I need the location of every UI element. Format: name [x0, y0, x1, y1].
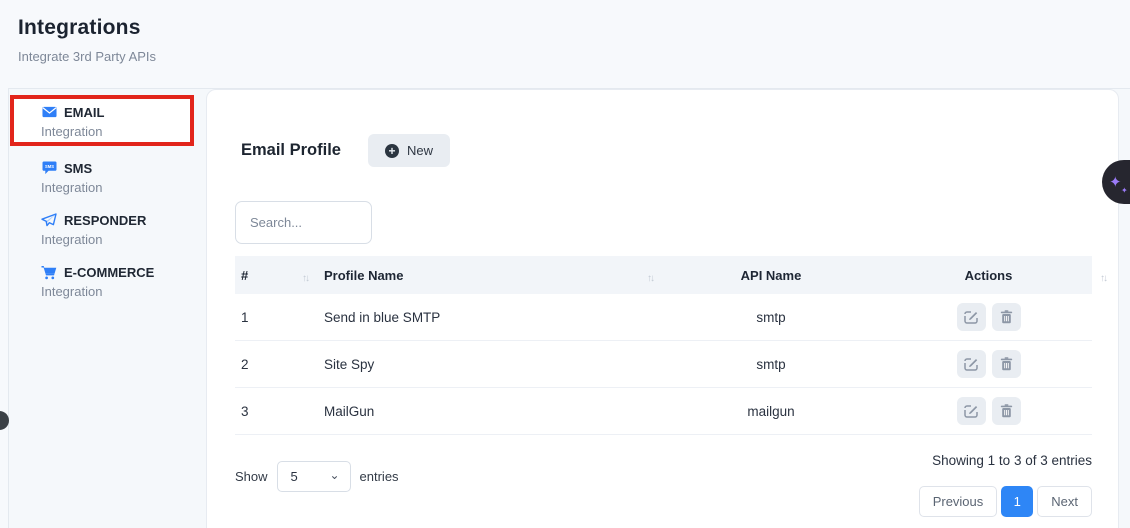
- cell-profile-name: Send in blue SMTP: [314, 310, 657, 325]
- new-button-label: New: [407, 143, 433, 158]
- delete-button[interactable]: [992, 350, 1021, 378]
- sidebar-item-responder[interactable]: RESPONDER Integration: [9, 212, 206, 247]
- cell-api-name: smtp: [657, 357, 885, 372]
- delete-button[interactable]: [992, 303, 1021, 331]
- sidebar-item-sms[interactable]: SMS SMS Integration: [9, 160, 206, 195]
- page-header: Integrations Integrate 3rd Party APIs: [0, 0, 1130, 64]
- edit-button[interactable]: [957, 350, 986, 378]
- delete-button[interactable]: [992, 397, 1021, 425]
- cell-api-name: smtp: [657, 310, 885, 325]
- sidebar-item-sublabel: Integration: [41, 232, 206, 247]
- sparkle-icon: ✦: [1121, 187, 1128, 195]
- edit-pencil-icon: [964, 404, 978, 418]
- new-button[interactable]: + New: [368, 134, 450, 167]
- sms-bubble-icon: SMS: [41, 160, 57, 176]
- page-size-value: 5: [291, 469, 298, 484]
- integration-nav: EMAIL Integration SMS SMS Integration: [9, 89, 206, 299]
- sidebar-item-sublabel: Integration: [41, 284, 206, 299]
- column-header-label: API Name: [741, 268, 802, 283]
- show-label: Show: [235, 469, 268, 484]
- page-size-control: Show 5 ⌄ entries: [235, 461, 399, 492]
- sparkle-icon: ✦: [1109, 175, 1122, 190]
- column-header-api-name[interactable]: API Name: [657, 268, 885, 283]
- email-profile-table: # ↑↓ Profile Name ↑↓ API Name Actions ↑↓…: [235, 256, 1092, 435]
- sidebar-item-email[interactable]: EMAIL Integration: [9, 104, 206, 139]
- sidebar-item-ecommerce[interactable]: E-COMMERCE Integration: [9, 264, 206, 299]
- edit-button[interactable]: [957, 397, 986, 425]
- column-header-index[interactable]: # ↑↓: [235, 268, 314, 283]
- entries-summary: Showing 1 to 3 of 3 entries: [932, 453, 1092, 468]
- column-header-label: Actions: [965, 268, 1013, 283]
- sort-icon[interactable]: ↑↓: [647, 273, 653, 284]
- edit-button[interactable]: [957, 303, 986, 331]
- table-row: 3 MailGun mailgun: [235, 388, 1092, 435]
- cell-actions: [885, 350, 1092, 378]
- cell-index: 2: [235, 357, 314, 372]
- cell-actions: [885, 397, 1092, 425]
- sidebar-item-label: E-COMMERCE: [64, 265, 154, 280]
- table-row: 2 Site Spy smtp: [235, 341, 1092, 388]
- table-footer: Show 5 ⌄ entries Showing 1 to 3 of 3 ent…: [235, 451, 1092, 517]
- panel-header: Email Profile + New: [235, 134, 1090, 167]
- pagination: Previous 1 Next: [919, 486, 1092, 517]
- cell-profile-name: MailGun: [314, 404, 657, 419]
- next-page-button[interactable]: Next: [1037, 486, 1092, 517]
- column-header-label: Profile Name: [324, 268, 403, 283]
- sidebar-item-label: RESPONDER: [64, 213, 146, 228]
- cell-actions: [885, 303, 1092, 331]
- cell-api-name: mailgun: [657, 404, 885, 419]
- table-row: 1 Send in blue SMTP smtp: [235, 294, 1092, 341]
- edit-pencil-icon: [964, 357, 978, 371]
- search-input[interactable]: [235, 201, 372, 244]
- entries-label: entries: [360, 469, 399, 484]
- svg-text:SMS: SMS: [45, 164, 54, 169]
- sidebar-item-sublabel: Integration: [41, 180, 206, 195]
- edit-pencil-icon: [964, 310, 978, 324]
- page-title: Integrations: [18, 16, 1130, 40]
- cell-index: 3: [235, 404, 314, 419]
- plus-circle-icon: +: [385, 144, 399, 158]
- email-profile-panel: Email Profile + New # ↑↓ Profile Name ↑↓…: [206, 89, 1119, 528]
- chevron-down-icon: ⌄: [329, 468, 339, 482]
- cell-index: 1: [235, 310, 314, 325]
- page-size-select[interactable]: 5 ⌄: [277, 461, 351, 492]
- sidebar-item-label: SMS: [64, 161, 92, 176]
- content-wrapper: EMAIL Integration SMS SMS Integration: [8, 88, 1130, 528]
- sort-icon[interactable]: ↑↓: [1100, 273, 1106, 284]
- pagination-area: Showing 1 to 3 of 3 entries Previous 1 N…: [919, 451, 1092, 517]
- trash-icon: [1000, 357, 1013, 371]
- table-header-row: # ↑↓ Profile Name ↑↓ API Name Actions ↑↓: [235, 256, 1092, 294]
- sidebar-item-sublabel: Integration: [41, 124, 206, 139]
- sidebar: EMAIL Integration SMS SMS Integration: [9, 89, 206, 528]
- current-page-button[interactable]: 1: [1001, 486, 1033, 517]
- trash-icon: [1000, 310, 1013, 324]
- paper-plane-icon: [41, 212, 57, 228]
- sidebar-item-label: EMAIL: [64, 105, 104, 120]
- column-header-label: #: [241, 268, 248, 283]
- page-subtitle: Integrate 3rd Party APIs: [18, 49, 1130, 64]
- previous-page-button[interactable]: Previous: [919, 486, 998, 517]
- envelope-icon: [41, 104, 57, 120]
- cell-profile-name: Site Spy: [314, 357, 657, 372]
- column-header-profile-name[interactable]: Profile Name ↑↓: [314, 268, 657, 283]
- panel-title: Email Profile: [241, 141, 341, 160]
- column-header-actions[interactable]: Actions ↑↓: [885, 268, 1092, 283]
- shopping-cart-icon: [41, 264, 57, 280]
- trash-icon: [1000, 404, 1013, 418]
- sort-icon[interactable]: ↑↓: [302, 273, 308, 284]
